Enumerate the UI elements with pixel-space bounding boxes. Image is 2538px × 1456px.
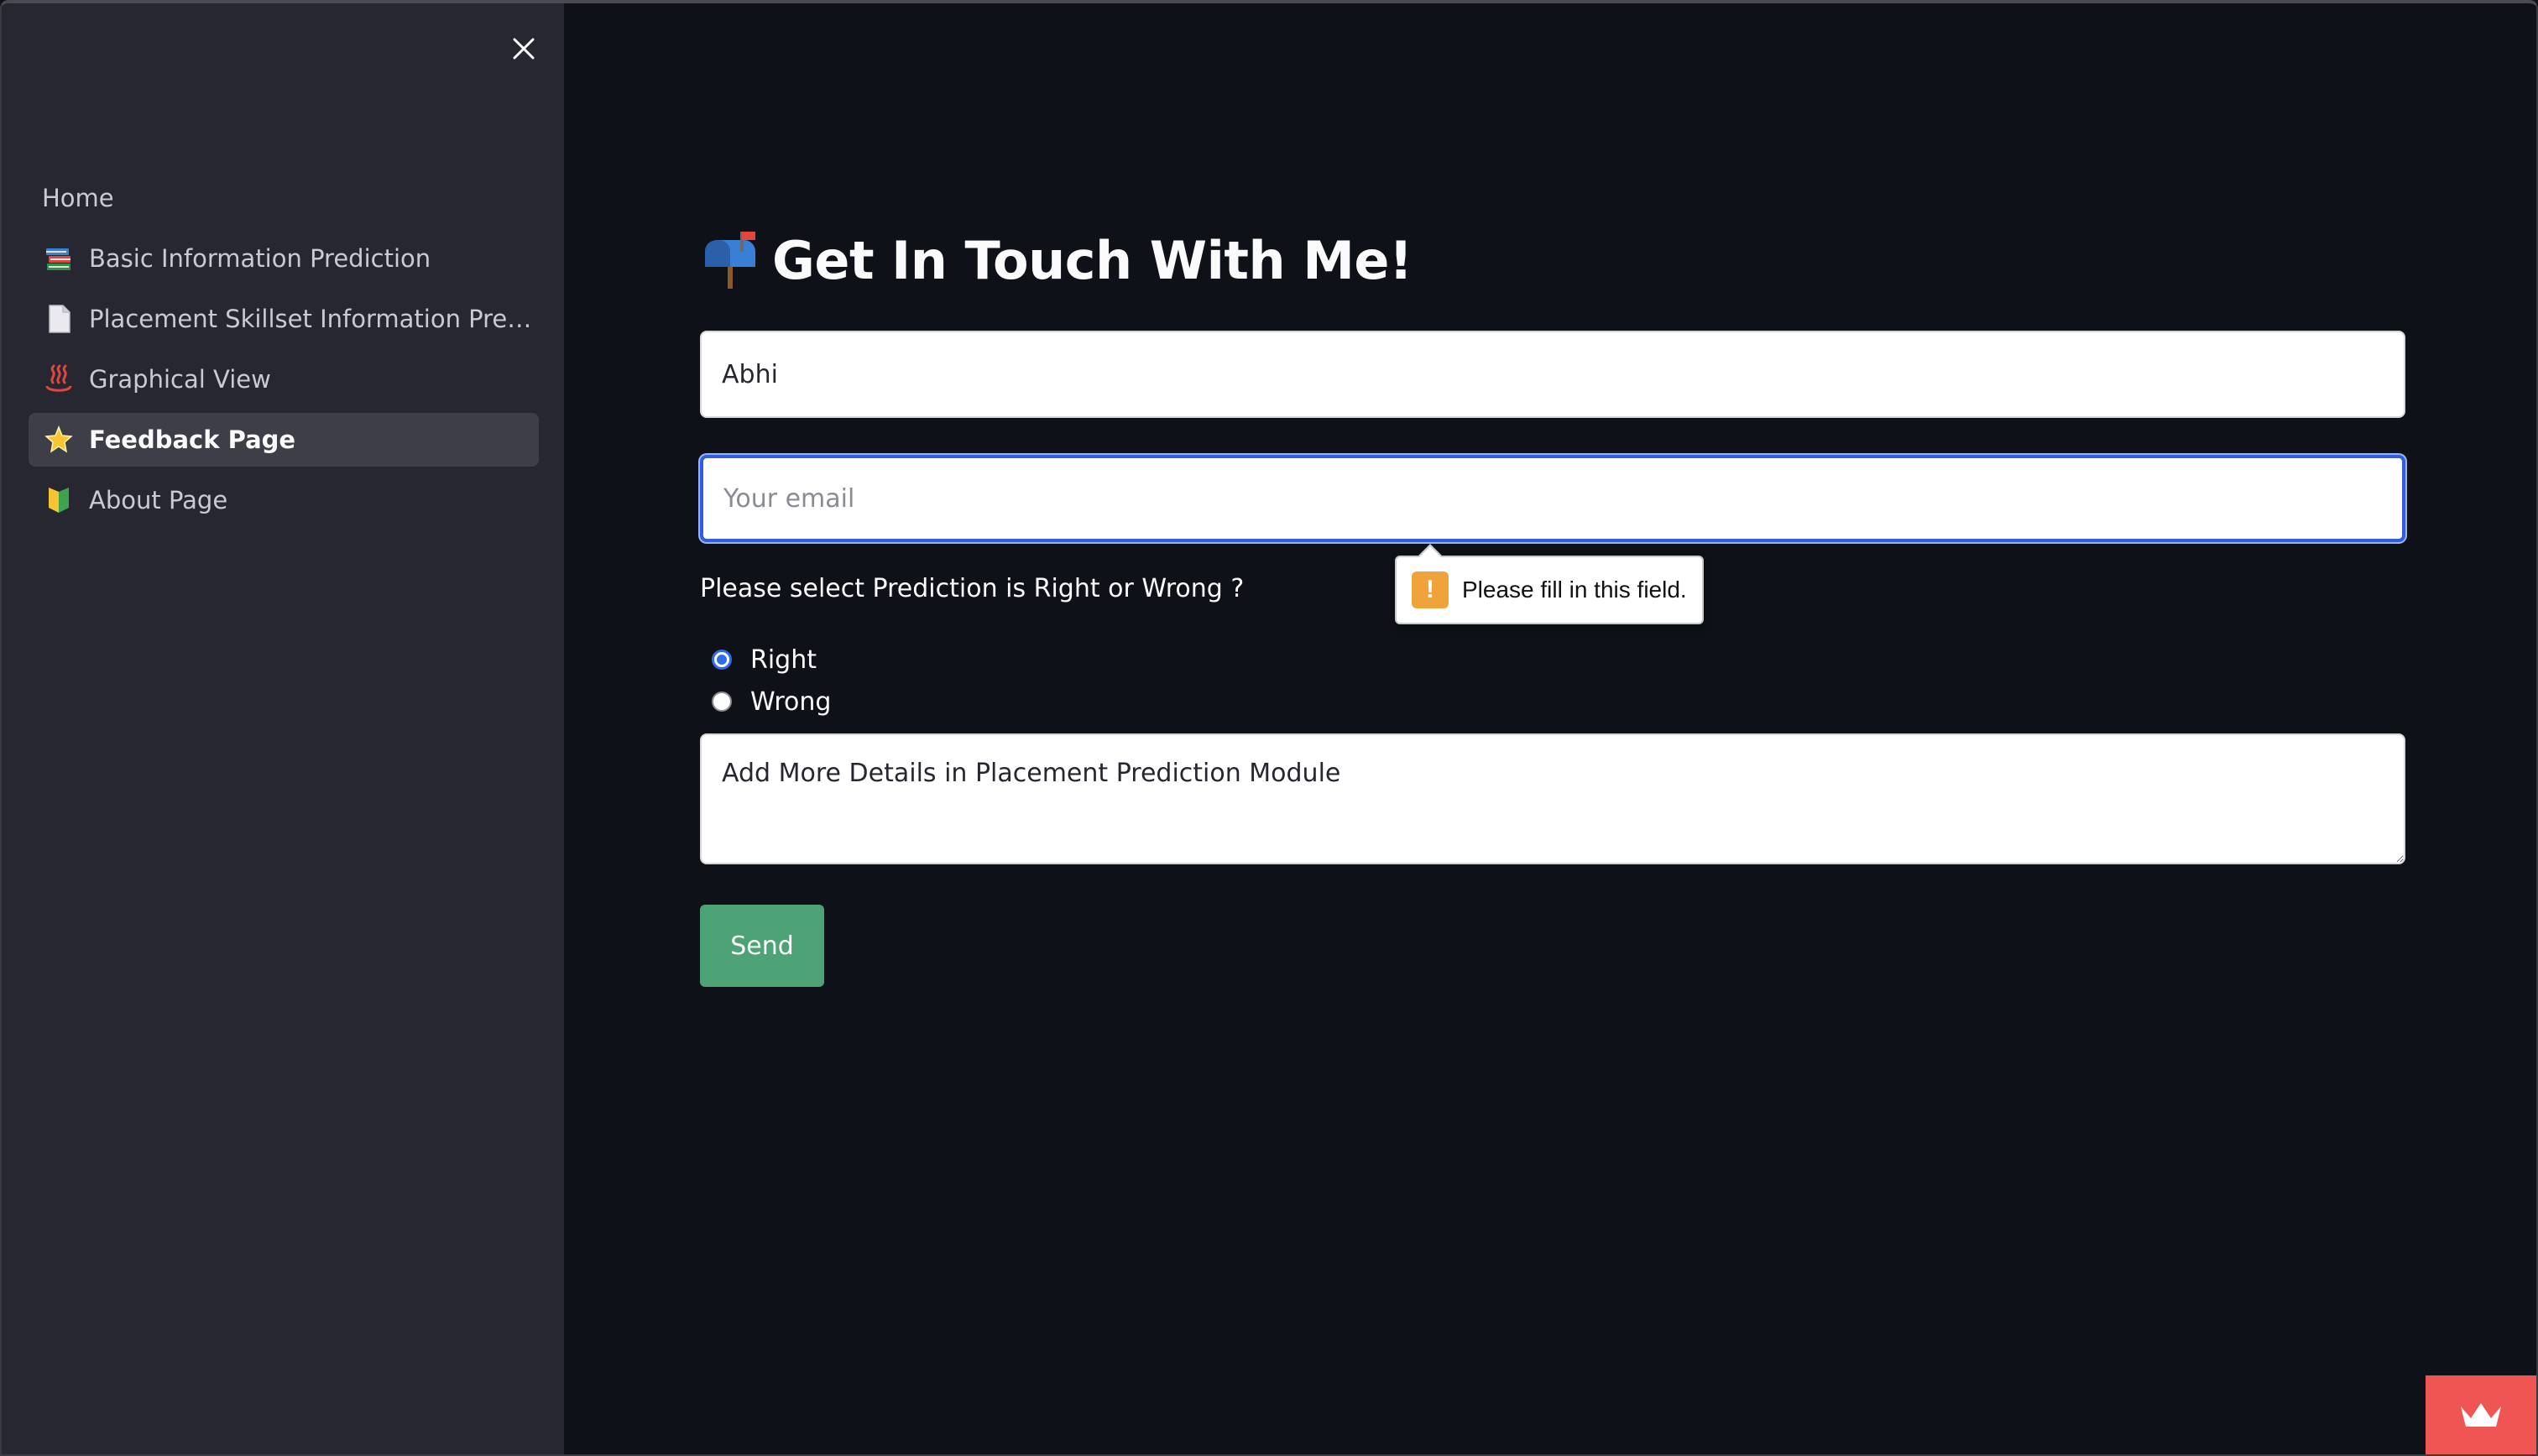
- radio-label: Right: [750, 645, 817, 675]
- warning-icon: !: [1412, 571, 1449, 608]
- glowing-star-icon: [42, 423, 76, 457]
- close-icon: [513, 38, 535, 60]
- crown-icon: [2461, 1403, 2501, 1427]
- validation-message: Please fill in this field.: [1462, 577, 1687, 603]
- sidebar-item-label: Home: [42, 184, 114, 212]
- close-sidebar-button[interactable]: [509, 34, 539, 64]
- email-field[interactable]: [700, 455, 2405, 542]
- mailbox-icon: [700, 230, 760, 290]
- sidebar-item-placement-skillset[interactable]: Placement Skillset Information Predi…: [29, 292, 539, 346]
- page-icon: [42, 302, 76, 336]
- page-title-text: Get In Touch With Me!: [772, 229, 1413, 291]
- main-content: Get In Touch With Me! Please select Pred…: [564, 3, 2536, 1454]
- name-field[interactable]: [700, 331, 2405, 418]
- sidebar-item-label: Placement Skillset Information Predi…: [89, 305, 539, 333]
- page-title: Get In Touch With Me!: [700, 227, 1413, 294]
- radio-option-wrong[interactable]: Wrong: [712, 683, 831, 720]
- app-window: Home Basic Information Prediction Placem…: [0, 0, 2538, 1456]
- sidebar-item-label: Graphical View: [89, 365, 271, 394]
- radio-button[interactable]: [712, 691, 732, 712]
- sidebar-item-label: Basic Information Prediction: [89, 244, 431, 273]
- sidebar-item-label: Feedback Page: [89, 425, 296, 454]
- hot-springs-icon: [42, 363, 76, 396]
- radio-option-right[interactable]: Right: [712, 641, 817, 678]
- beginner-icon: [42, 483, 76, 517]
- send-button[interactable]: Send: [700, 905, 824, 987]
- streamlit-badge[interactable]: [2426, 1375, 2536, 1454]
- validation-tooltip: ! Please fill in this field.: [1395, 544, 1704, 624]
- sidebar-nav: Home Basic Information Prediction Placem…: [29, 171, 539, 534]
- message-textarea[interactable]: Add More Details in Placement Prediction…: [700, 733, 2405, 864]
- sidebar-item-feedback-page[interactable]: Feedback Page: [29, 413, 539, 467]
- sidebar-item-label: About Page: [89, 486, 228, 514]
- sidebar: Home Basic Information Prediction Placem…: [2, 3, 564, 1454]
- radio-button-checked[interactable]: [712, 650, 732, 670]
- sidebar-item-home[interactable]: Home: [29, 171, 539, 225]
- radio-label: Wrong: [750, 686, 832, 717]
- sidebar-item-basic-information-prediction[interactable]: Basic Information Prediction: [29, 232, 539, 285]
- prediction-question-label: Please select Prediction is Right or Wro…: [700, 574, 1245, 603]
- sidebar-item-graphical-view[interactable]: Graphical View: [29, 352, 539, 406]
- sidebar-item-about-page[interactable]: About Page: [29, 473, 539, 527]
- books-icon: [42, 242, 76, 275]
